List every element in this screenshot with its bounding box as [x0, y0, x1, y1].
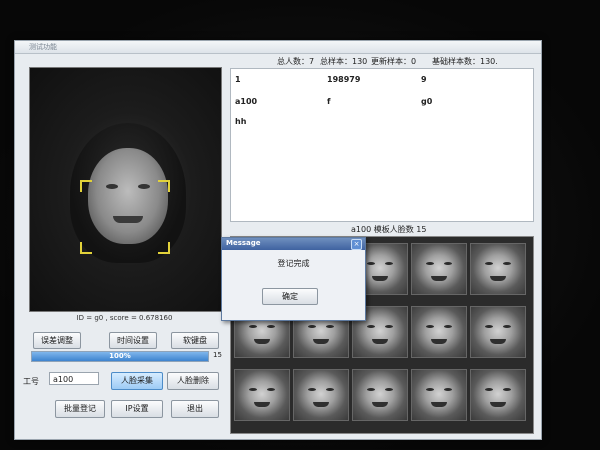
template-thumbnail: [352, 369, 408, 421]
mouth: [113, 216, 143, 223]
progress-label: 100%: [109, 352, 131, 360]
app-window: 测试功能 总人数：7 总样本：130 更新样本：0 基础样本数：130. ID …: [14, 40, 542, 440]
progress-count: 15: [213, 351, 222, 359]
thumbnail-feature: [372, 402, 388, 407]
id-score: ID = g0 , score = 0.678160: [76, 314, 173, 322]
thumbnail-feature: [503, 262, 511, 265]
thumbnail-feature: [326, 325, 334, 328]
work-id-input[interactable]: a100: [49, 372, 99, 385]
work-id-label: 工号: [23, 377, 39, 386]
list-cell: 198979: [327, 75, 361, 84]
thumbnail-feature: [367, 262, 375, 265]
face-capture-button[interactable]: 人脸采集: [111, 372, 163, 390]
dialog-message: 登记完成: [277, 259, 310, 268]
thumbnail-feature: [426, 388, 434, 391]
registered-list[interactable]: 1 198979 9 a100 f g0 hh: [230, 68, 534, 222]
thumbnail-feature: [385, 262, 393, 265]
thumbnail-feature: [326, 388, 334, 391]
template-thumbnail: [411, 306, 467, 358]
thumbnail-feature: [385, 325, 393, 328]
thumbnail-feature: [267, 325, 275, 328]
thumbnail-feature: [431, 339, 447, 344]
list-cell: 1: [235, 75, 241, 84]
thumbnail-feature: [426, 262, 434, 265]
thumbnail-feature: [485, 388, 493, 391]
face-box-corner-tl: [80, 180, 92, 192]
thumbnail-feature: [431, 276, 447, 281]
thumbnail-feature: [490, 402, 506, 407]
left-eye: [106, 184, 118, 189]
template-thumbnail: [470, 306, 526, 358]
total-people: 总人数：7: [277, 57, 315, 66]
thumbnail-feature: [490, 276, 506, 281]
template-thumbnail: [470, 369, 526, 421]
camera-preview: [29, 67, 222, 312]
thumbnail-feature: [485, 262, 493, 265]
thumbnail-feature: [249, 388, 257, 391]
thumbnail-feature: [503, 388, 511, 391]
total-samples: 总样本：130: [320, 57, 368, 66]
thumbnail-feature: [444, 388, 452, 391]
face-box-corner-tr: [158, 180, 170, 192]
template-thumbnail: [411, 243, 467, 295]
list-cell: g0: [421, 97, 433, 106]
thumbnail-feature: [254, 402, 270, 407]
thumbnail-feature: [490, 339, 506, 344]
thumbnail-feature: [444, 262, 452, 265]
thumbnail-feature: [313, 402, 329, 407]
thumbnail-feature: [267, 388, 275, 391]
template-thumbnail: [234, 369, 290, 421]
list-cell: f: [327, 97, 331, 106]
template-thumbnail: [411, 369, 467, 421]
batch-register-button[interactable]: 批量登记: [55, 400, 105, 418]
subject-face: [88, 148, 168, 244]
thumbnail-feature: [444, 325, 452, 328]
close-icon[interactable]: ×: [351, 239, 362, 250]
face-box-corner-bl: [80, 242, 92, 254]
thumbnail-feature: [308, 388, 316, 391]
list-cell: a100: [235, 97, 258, 106]
template-face-count: a100 模板人脸数 15: [351, 225, 427, 234]
face-delete-button[interactable]: 人脸删除: [167, 372, 219, 390]
dialog-title-bar: Message ×: [222, 238, 365, 250]
window-title: 测试功能: [29, 43, 57, 51]
thumbnail-feature: [385, 388, 393, 391]
thumbnail-feature: [426, 325, 434, 328]
message-dialog: Message × 登记完成 确定: [221, 237, 366, 321]
base-samples: 基础样本数：130.: [432, 57, 498, 66]
soft-keyboard-button[interactable]: 软键盘: [171, 332, 219, 349]
thumbnail-feature: [372, 339, 388, 344]
error-adjust-button[interactable]: 误差调整: [33, 332, 81, 349]
thumbnail-feature: [254, 339, 270, 344]
right-eye: [138, 184, 150, 189]
list-cell: hh: [235, 117, 247, 126]
template-thumbnail: [293, 369, 349, 421]
thumbnail-feature: [431, 402, 447, 407]
face-box-corner-br: [158, 242, 170, 254]
thumbnail-feature: [485, 325, 493, 328]
exit-button[interactable]: 退出: [171, 400, 219, 418]
ip-setting-button[interactable]: IP设置: [111, 400, 163, 418]
thumbnail-feature: [367, 325, 375, 328]
thumbnail-feature: [313, 339, 329, 344]
thumbnail-feature: [372, 276, 388, 281]
list-cell: 9: [421, 75, 427, 84]
thumbnail-feature: [503, 325, 511, 328]
stats-bar: 总人数：7 总样本：130 更新样本：0 基础样本数：130.: [15, 53, 541, 67]
updated-samples: 更新样本：0: [371, 57, 417, 66]
thumbnail-feature: [308, 325, 316, 328]
thumbnail-feature: [367, 388, 375, 391]
dialog-ok-button[interactable]: 确定: [262, 288, 318, 305]
time-setting-button[interactable]: 时间设置: [109, 332, 157, 349]
progress-bar: 100%: [31, 351, 209, 362]
template-thumbnail: [470, 243, 526, 295]
dialog-title: Message: [226, 239, 261, 247]
thumbnail-feature: [249, 325, 257, 328]
